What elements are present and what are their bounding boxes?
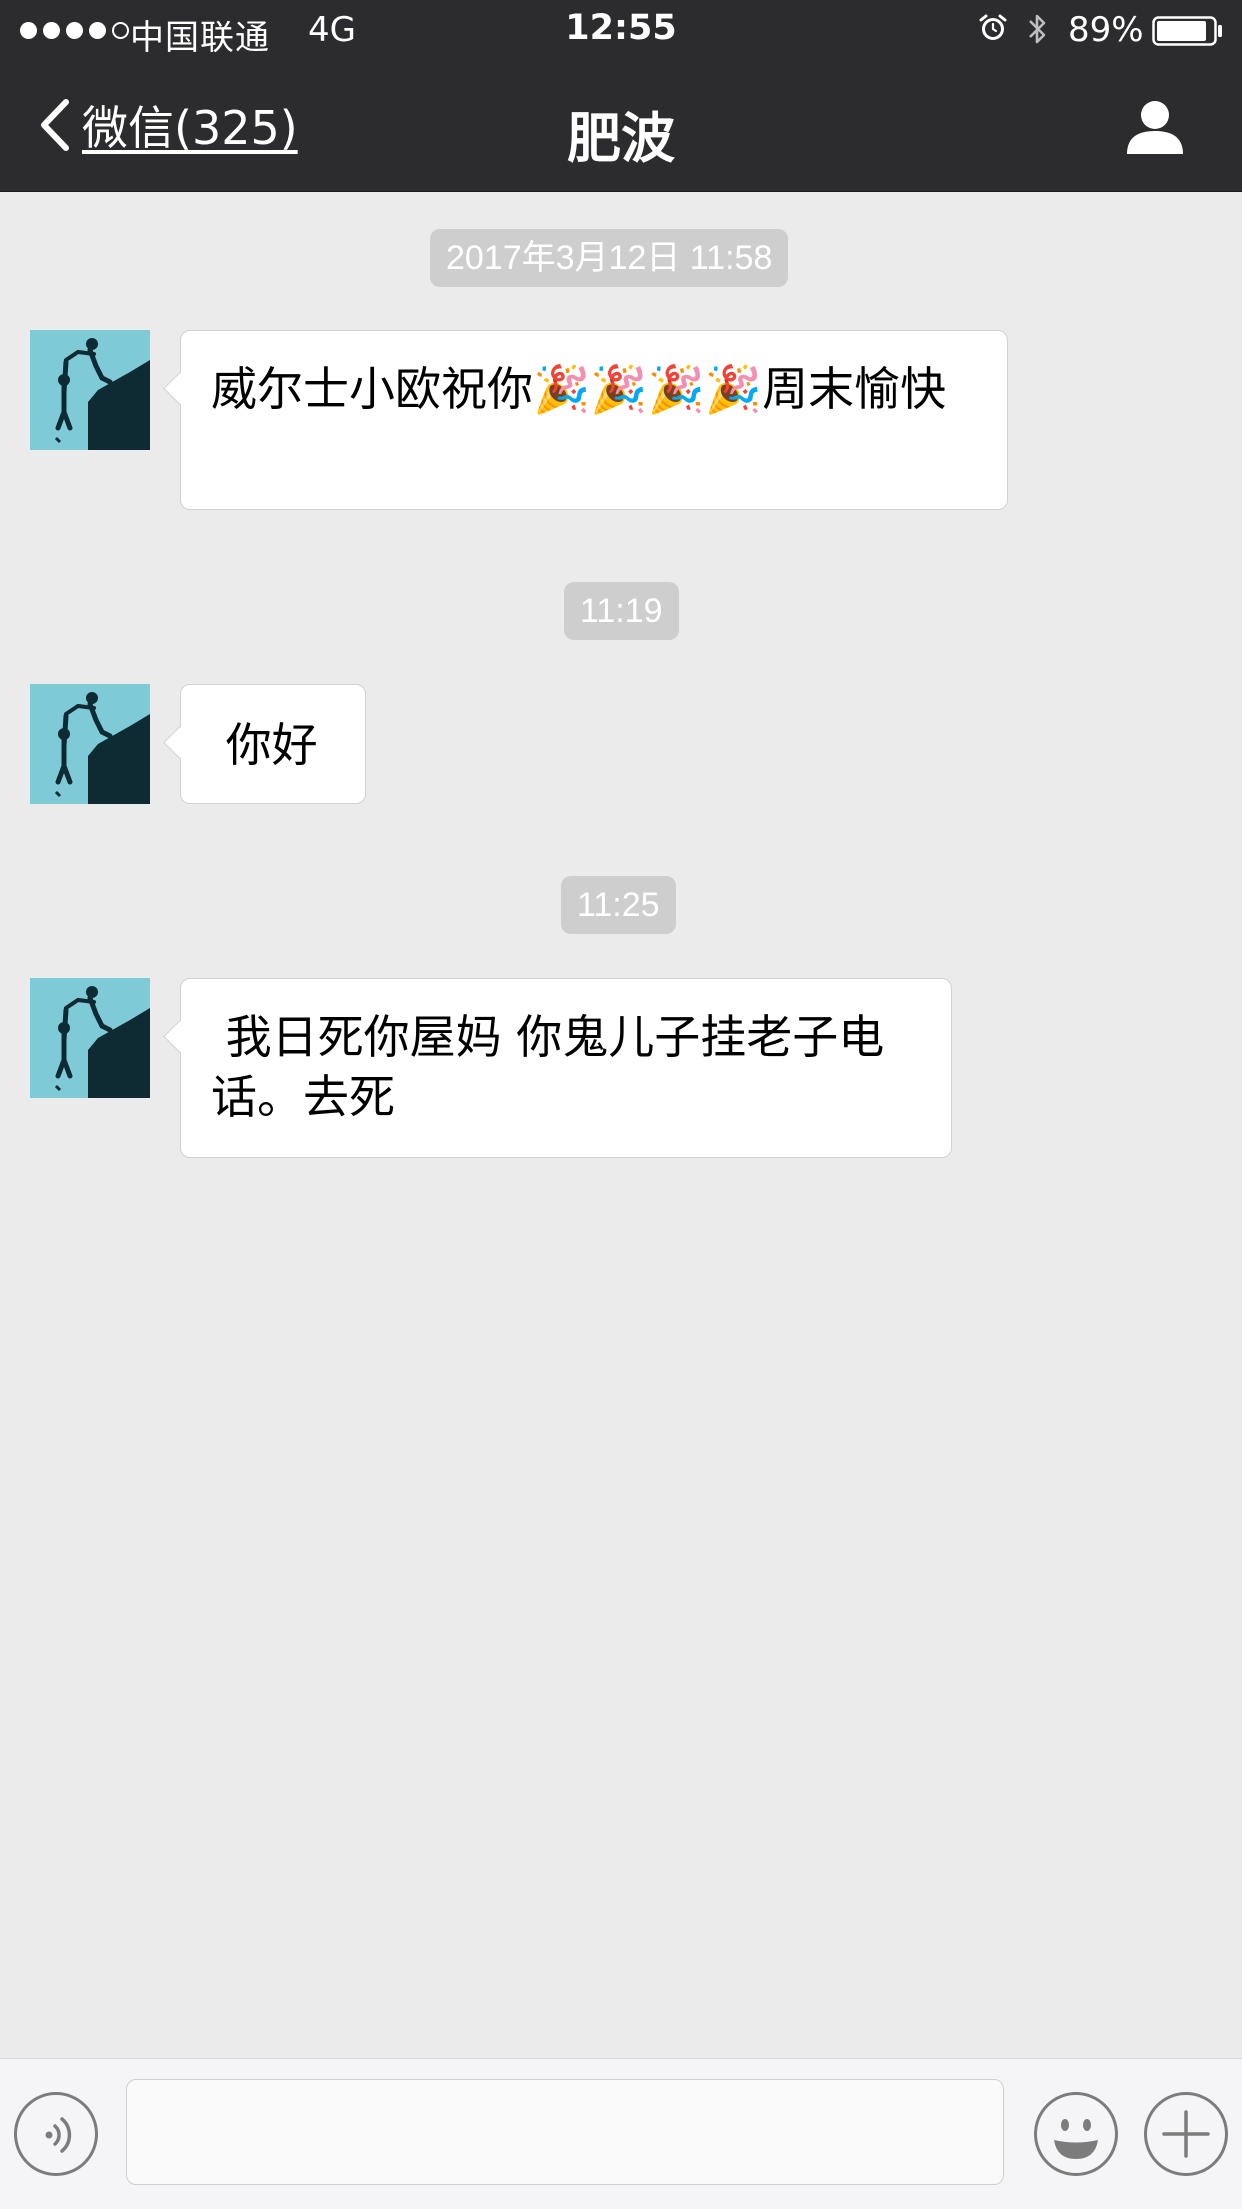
plus-button[interactable] bbox=[1144, 2092, 1228, 2176]
bluetooth-icon bbox=[1029, 14, 1046, 44]
voice-icon bbox=[45, 2117, 72, 2153]
input-bar bbox=[0, 2058, 1242, 2209]
profile-icon[interactable] bbox=[1122, 96, 1188, 156]
avatar[interactable] bbox=[30, 978, 150, 1098]
avatar-image bbox=[30, 978, 150, 1098]
nav-bar: 微信(325) 肥波 bbox=[0, 60, 1242, 192]
battery-percentage: 89% bbox=[1068, 10, 1144, 50]
alarm-icon bbox=[979, 14, 1007, 40]
voice-button[interactable] bbox=[14, 2092, 98, 2176]
avatar[interactable] bbox=[30, 684, 150, 804]
message-bubble[interactable]: 你好 bbox=[180, 684, 366, 804]
plus-icon bbox=[1162, 2110, 1210, 2158]
back-label: 微信(325) bbox=[82, 101, 298, 155]
status-bar: 中国联通 4G 12:55 89% bbox=[0, 0, 1242, 60]
message-input[interactable] bbox=[126, 2079, 1004, 2185]
chevron-left-icon bbox=[41, 99, 69, 151]
battery-icon bbox=[1152, 16, 1222, 46]
message-text: 我日死你屋妈 你鬼儿子挂老子电话。去死 bbox=[211, 1010, 885, 1124]
time-divider: 11:25 bbox=[561, 876, 676, 934]
message-text: 你好 bbox=[211, 718, 318, 772]
message-text: 威尔士小欧祝你🎉🎉🎉🎉周末愉快 bbox=[211, 362, 947, 416]
status-time: 12:55 bbox=[565, 8, 677, 48]
back-button[interactable]: 微信(325) bbox=[36, 92, 298, 158]
avatar-image bbox=[30, 330, 150, 450]
message-bubble[interactable]: 我日死你屋妈 你鬼儿子挂老子电话。去死 bbox=[180, 978, 952, 1158]
time-divider: 2017年3月12日 11:58 bbox=[430, 229, 789, 287]
emoji-icon bbox=[1054, 2119, 1098, 2159]
time-divider: 11:19 bbox=[564, 582, 679, 640]
avatar-image bbox=[30, 684, 150, 804]
emoji-button[interactable] bbox=[1034, 2092, 1118, 2176]
message-bubble[interactable]: 威尔士小欧祝你🎉🎉🎉🎉周末愉快 bbox=[180, 330, 1008, 510]
avatar[interactable] bbox=[30, 330, 150, 450]
